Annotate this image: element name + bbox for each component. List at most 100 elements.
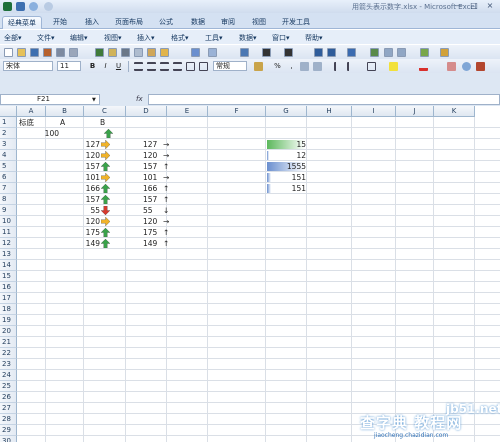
cell-d-arrow[interactable]: ↑ <box>163 161 173 172</box>
ribbon-tab[interactable]: 经典菜单 <box>2 16 42 29</box>
column-header[interactable]: G <box>266 106 307 117</box>
column-header[interactable]: K <box>434 106 475 117</box>
borders-icon[interactable] <box>367 62 376 71</box>
row-header[interactable]: 14 <box>0 260 17 271</box>
paste-icon[interactable] <box>147 48 156 57</box>
cell-d-arrow[interactable]: ↑ <box>163 238 173 249</box>
comma-button[interactable]: , <box>287 61 296 71</box>
cell-c1[interactable]: B <box>100 117 138 128</box>
redo-icon[interactable] <box>44 2 53 11</box>
cell-d-value[interactable]: 55 <box>143 205 161 216</box>
sort-descending-icon[interactable] <box>327 48 336 57</box>
copy-icon[interactable] <box>134 48 143 57</box>
table-icon[interactable] <box>384 48 393 57</box>
row-header[interactable]: 8 <box>0 194 17 205</box>
row-header[interactable]: 21 <box>0 337 17 348</box>
formula-input[interactable] <box>148 94 500 105</box>
ribbon-tab[interactable]: 开始 <box>46 16 74 29</box>
row-header[interactable]: 30 <box>0 436 17 442</box>
row-header[interactable]: 5 <box>0 161 17 172</box>
font-name-select[interactable]: 宋体 <box>3 61 53 71</box>
underline-button[interactable]: U <box>114 61 123 71</box>
cell-g-value[interactable]: 12 <box>268 150 306 161</box>
row-header[interactable]: 7 <box>0 183 17 194</box>
new-document-icon[interactable] <box>4 48 13 57</box>
menu-item[interactable]: 文件▾ <box>37 33 55 43</box>
cell-b-value[interactable]: 166 <box>48 183 100 194</box>
cell-d-arrow[interactable]: → <box>163 139 173 150</box>
ribbon-tab[interactable]: 数据 <box>184 16 212 29</box>
cell-g-value[interactable]: 15 <box>268 139 306 150</box>
save-icon[interactable] <box>16 2 25 11</box>
cell-g-value[interactable]: 151 <box>268 172 306 183</box>
row-header[interactable]: 9 <box>0 205 17 216</box>
cell-b-value[interactable]: 175 <box>48 227 100 238</box>
increase-indent-icon[interactable] <box>347 62 356 71</box>
fill-color-icon[interactable] <box>389 62 398 71</box>
row-header[interactable]: 29 <box>0 425 17 436</box>
decrease-indent-icon[interactable] <box>334 62 343 71</box>
worksheet-grid[interactable]: A B C D E F G H I J K 1 2 3 4 5 6 7 8 9 10 11 12 13 14 15 16 17 18 19… <box>0 106 500 442</box>
ribbon-tab[interactable]: 公式 <box>152 16 180 29</box>
row-header[interactable]: 27 <box>0 403 17 414</box>
decrease-decimal-icon[interactable] <box>313 62 322 71</box>
cell-b-value[interactable]: 127 <box>48 139 100 150</box>
align-center-icon[interactable] <box>147 62 156 71</box>
insert-function-icon[interactable]: fx <box>136 95 143 103</box>
print-preview-icon[interactable] <box>69 48 78 57</box>
row-header[interactable]: 2 <box>0 128 17 139</box>
cell-d-arrow[interactable]: ↑ <box>163 183 173 194</box>
spelling-icon[interactable] <box>95 48 104 57</box>
drawing-icon[interactable] <box>370 48 379 57</box>
undo-icon[interactable] <box>191 48 200 57</box>
cell-a1[interactable]: 标底 <box>19 117 44 128</box>
ribbon-tab[interactable]: 插入 <box>78 16 106 29</box>
column-header[interactable]: H <box>307 106 352 117</box>
picture-icon[interactable] <box>420 48 429 57</box>
cell-b-value[interactable]: 157 <box>48 161 100 172</box>
maximize-button[interactable]: □ <box>467 1 481 11</box>
chart-wizard-icon[interactable] <box>476 62 485 71</box>
cell-d-value[interactable]: 120 <box>143 150 161 161</box>
italic-button[interactable]: I <box>101 61 110 71</box>
cell-d-value[interactable]: 175 <box>143 227 161 238</box>
row-header[interactable]: 1 <box>0 117 17 128</box>
menu-item[interactable]: 格式▾ <box>171 33 189 43</box>
save-icon[interactable] <box>30 48 39 57</box>
row-header[interactable]: 6 <box>0 172 17 183</box>
close-button[interactable]: × <box>483 1 497 11</box>
wrap-text-icon[interactable] <box>199 62 208 71</box>
font-size-select[interactable]: 11 <box>57 61 81 71</box>
column-header[interactable]: B <box>46 106 84 117</box>
column-header[interactable]: J <box>396 106 434 117</box>
cell-d-value[interactable]: 166 <box>143 183 161 194</box>
menu-item[interactable]: 帮助▾ <box>305 33 323 43</box>
format-painter-icon[interactable] <box>447 62 456 71</box>
research-icon[interactable] <box>108 48 117 57</box>
row-header[interactable]: 18 <box>0 304 17 315</box>
cell-d-arrow[interactable]: ↓ <box>163 205 173 216</box>
cell-g-value[interactable]: 1555 <box>268 161 306 172</box>
row-header[interactable]: 24 <box>0 370 17 381</box>
row-header[interactable]: 3 <box>0 139 17 150</box>
row-header[interactable]: 10 <box>0 216 17 227</box>
menu-item[interactable]: 窗口▾ <box>272 33 290 43</box>
cut-icon[interactable] <box>121 48 130 57</box>
cell-d-value[interactable]: 157 <box>143 161 161 172</box>
column-header[interactable]: D <box>126 106 167 117</box>
number-format-select[interactable]: 常规 <box>213 61 247 71</box>
cell-b-value[interactable]: 55 <box>48 205 100 216</box>
menu-item[interactable]: 插入▾ <box>137 33 155 43</box>
menu-item[interactable]: 全部▾ <box>4 33 22 43</box>
ribbon-tab[interactable]: 开发工具 <box>276 16 316 29</box>
menu-item[interactable]: 数据▾ <box>239 33 257 43</box>
column-header[interactable]: I <box>352 106 396 117</box>
chart-icon[interactable] <box>347 48 356 57</box>
cell-d-arrow[interactable]: → <box>163 172 173 183</box>
cell-d-value[interactable]: 101 <box>143 172 161 183</box>
function-icon[interactable] <box>284 48 293 57</box>
row-header[interactable]: 16 <box>0 282 17 293</box>
cell-d-arrow[interactable]: → <box>163 150 173 161</box>
justify-icon[interactable] <box>173 62 182 71</box>
column-header[interactable]: A <box>17 106 46 117</box>
